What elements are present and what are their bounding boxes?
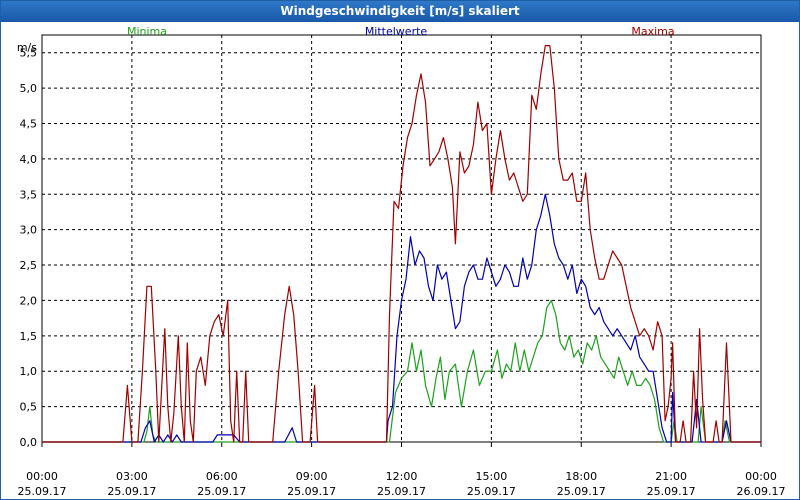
x-tick-time: 09:00 xyxy=(296,470,328,483)
y-tick-label: 4,0 xyxy=(20,153,38,166)
x-tick-date: 26.09.17 xyxy=(737,485,786,498)
x-tick-date: 25.09.17 xyxy=(467,485,516,498)
x-tick-time: 00:00 xyxy=(745,470,777,483)
legend-maxima: Maxima xyxy=(631,25,674,38)
x-tick-time: 21:00 xyxy=(655,470,687,483)
y-tick-label: 5,0 xyxy=(20,82,38,95)
x-tick-date: 25.09.17 xyxy=(107,485,156,498)
x-tick-time: 00:00 xyxy=(26,470,58,483)
x-tick-time: 03:00 xyxy=(116,470,148,483)
x-tick-time: 06:00 xyxy=(206,470,238,483)
x-tick-date: 25.09.17 xyxy=(377,485,426,498)
y-tick-label: 3,5 xyxy=(20,188,38,201)
y-tick-label: 0,0 xyxy=(20,436,38,449)
y-tick-label: 1,5 xyxy=(20,330,38,343)
x-tick-time: 18:00 xyxy=(565,470,597,483)
chart-canvas: 0,00,51,01,52,02,53,03,54,04,55,05,5m/s0… xyxy=(17,25,786,498)
chart-window: Windgeschwindigkeit [m/s] skaliert 0,0 0,… xyxy=(0,0,800,500)
x-tick-time: 15:00 xyxy=(476,470,508,483)
chart-title: Windgeschwindigkeit [m/s] skaliert xyxy=(1,1,799,22)
y-axis-label: m/s xyxy=(17,41,37,54)
legend-minima: Minima xyxy=(127,25,167,38)
y-tick-label: 2,0 xyxy=(20,294,38,307)
legend-mittelwerte: Mittelwerte xyxy=(365,25,428,38)
x-tick-date: 25.09.17 xyxy=(557,485,606,498)
x-tick-time: 12:00 xyxy=(386,470,418,483)
x-tick-date: 25.09.17 xyxy=(197,485,246,498)
y-tick-label: 4,5 xyxy=(20,117,38,130)
y-tick-label: 3,0 xyxy=(20,224,38,237)
y-tick-label: 1,0 xyxy=(20,365,38,378)
x-tick-date: 25.09.17 xyxy=(18,485,67,498)
y-tick-label: 2,5 xyxy=(20,259,38,272)
y-tick-label: 0,5 xyxy=(20,401,38,414)
x-tick-date: 25.09.17 xyxy=(647,485,696,498)
x-tick-date: 25.09.17 xyxy=(287,485,336,498)
